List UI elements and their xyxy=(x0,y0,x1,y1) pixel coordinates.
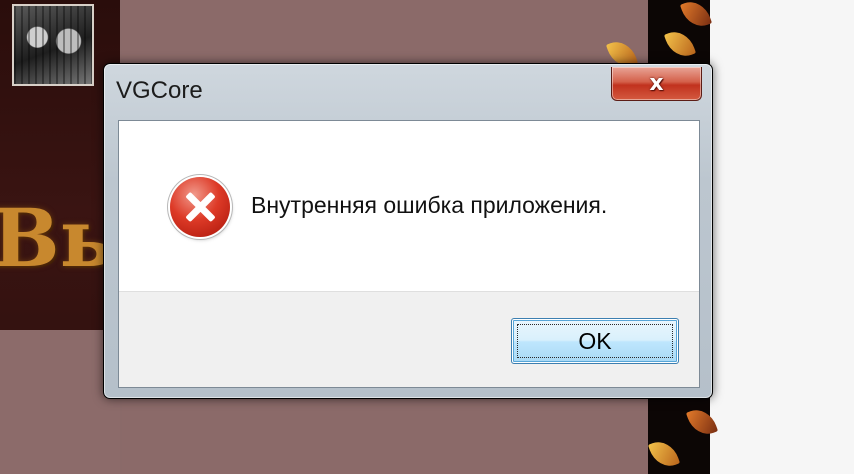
dialog-content: Внутренняя ошибка приложения. OK xyxy=(118,120,700,388)
background-left-lower xyxy=(0,330,120,474)
dialog-title: VGCore xyxy=(116,77,203,104)
error-icon xyxy=(170,177,230,237)
background-thumbnail-image xyxy=(12,4,94,86)
close-icon: x xyxy=(649,70,664,96)
ok-button-label: OK xyxy=(578,327,612,354)
close-button[interactable]: x xyxy=(611,67,702,101)
thumbnail-texture xyxy=(14,6,92,84)
button-bar: OK xyxy=(119,291,699,387)
ok-button[interactable]: OK xyxy=(511,318,679,364)
message-area: Внутренняя ошибка приложения. xyxy=(119,121,699,291)
error-dialog: VGCore x Внутренняя ошибка приложения. O… xyxy=(103,63,713,399)
error-message: Внутренняя ошибка приложения. xyxy=(251,192,608,218)
background-decorative-text: Вь xyxy=(0,191,114,285)
background-white-area xyxy=(710,0,854,474)
